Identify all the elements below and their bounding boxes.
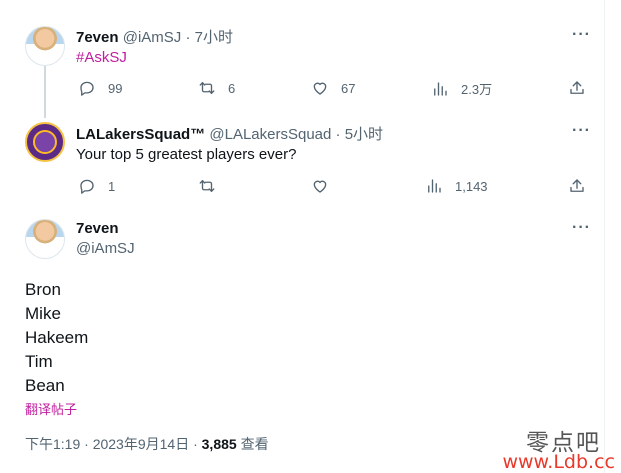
- retweet-icon: [199, 82, 215, 94]
- tweet2-view-count: 1,143: [455, 178, 488, 194]
- main-author-handle[interactable]: @iAmSJ: [76, 240, 135, 257]
- watermark-url: www.Ldb.cc: [502, 451, 615, 473]
- watermark: 零点吧 www.Ldb.cc: [497, 421, 615, 473]
- main-avatar-7even[interactable]: [25, 219, 65, 259]
- tweet1-header: 7even @iAmSJ · 7小时: [76, 26, 233, 47]
- reply-icon: [80, 179, 94, 194]
- main-tweet-line: Mike: [25, 304, 61, 323]
- tweet1-retweet-count: 6: [228, 80, 236, 96]
- tweet1-time[interactable]: 7小时: [195, 29, 233, 46]
- thread-line-1: [44, 66, 46, 118]
- avatar-7even[interactable]: [25, 26, 65, 66]
- main-tweet-line: Bron: [25, 280, 61, 299]
- main-tweet-views-label: 查看: [236, 436, 269, 452]
- tweet2-author-handle[interactable]: @LALakersSquad: [209, 126, 331, 143]
- lakers-logo-graphic: [33, 130, 57, 154]
- heart-icon: [313, 82, 327, 95]
- tweet2-more-icon[interactable]: ···: [572, 122, 591, 140]
- views-icon: [428, 179, 441, 193]
- views-icon: [434, 81, 447, 96]
- tweet2-header: LALakersSquad™ @LALakersSquad · 5小时: [76, 123, 383, 144]
- tweet1-more-icon[interactable]: ···: [572, 26, 591, 44]
- tweet2-reply-button[interactable]: 1: [78, 177, 115, 195]
- main-author-name[interactable]: 7even: [76, 220, 119, 237]
- tweet2-reply-count: 1: [108, 178, 116, 194]
- tweet2-views-button[interactable]: 1,143: [425, 177, 488, 195]
- tweet1-share-button[interactable]: [568, 79, 598, 97]
- retweet-icon: [199, 180, 215, 192]
- tweet2-separator: ·: [331, 126, 345, 143]
- tweet2-like-button[interactable]: [311, 177, 341, 195]
- main-tweet-view-count: 3,885: [201, 436, 237, 452]
- tweet2-share-button[interactable]: [568, 177, 598, 195]
- tweet2-text: Your top 5 greatest players ever?: [76, 146, 297, 163]
- main-tweet-body: Bron Mike Hakeem Tim Bean: [25, 278, 88, 398]
- tweet2-time[interactable]: 5小时: [345, 126, 383, 143]
- avatar-shirt-graphic: [38, 244, 56, 252]
- main-tweet-timestamp[interactable]: 下午1:19 · 2023年9月14日 ·: [25, 436, 202, 452]
- main-tweet-line: Bean: [25, 376, 65, 395]
- tweet1-like-count: 67: [341, 80, 356, 96]
- tweet1-views-button[interactable]: 2.3万: [431, 79, 492, 98]
- tweet1-view-count: 2.3万: [461, 82, 493, 97]
- reply-icon: [80, 81, 94, 96]
- main-tweet-line: Hakeem: [25, 328, 89, 347]
- main-tweet-line: Tim: [25, 352, 53, 371]
- heart-icon: [313, 180, 327, 193]
- translate-post-link[interactable]: 翻译帖子: [25, 399, 77, 418]
- share-icon: [570, 179, 584, 192]
- tweet1-reply-button[interactable]: 99: [78, 79, 122, 97]
- tweet1-retweet-button[interactable]: 6: [198, 79, 235, 97]
- tweet2-author-name[interactable]: LALakersSquad™: [76, 126, 205, 143]
- tweet2-retweet-button[interactable]: [198, 177, 228, 195]
- share-icon: [570, 81, 584, 94]
- tweet1-author-name[interactable]: 7even: [76, 29, 119, 46]
- tweet1-separator: ·: [181, 29, 195, 46]
- main-tweet-meta: 下午1:19 · 2023年9月14日 · 3,885 查看: [25, 434, 269, 454]
- tweet1-author-handle[interactable]: @iAmSJ: [123, 29, 182, 46]
- avatar-shirt-graphic: [38, 51, 56, 59]
- tweet1-hashtag-link[interactable]: #AskSJ: [76, 49, 127, 66]
- tweet1-like-button[interactable]: 67: [311, 79, 355, 97]
- tweet1-reply-count: 99: [108, 80, 123, 96]
- avatar-lalakerssquad[interactable]: [25, 122, 65, 162]
- main-more-icon[interactable]: ···: [572, 219, 591, 237]
